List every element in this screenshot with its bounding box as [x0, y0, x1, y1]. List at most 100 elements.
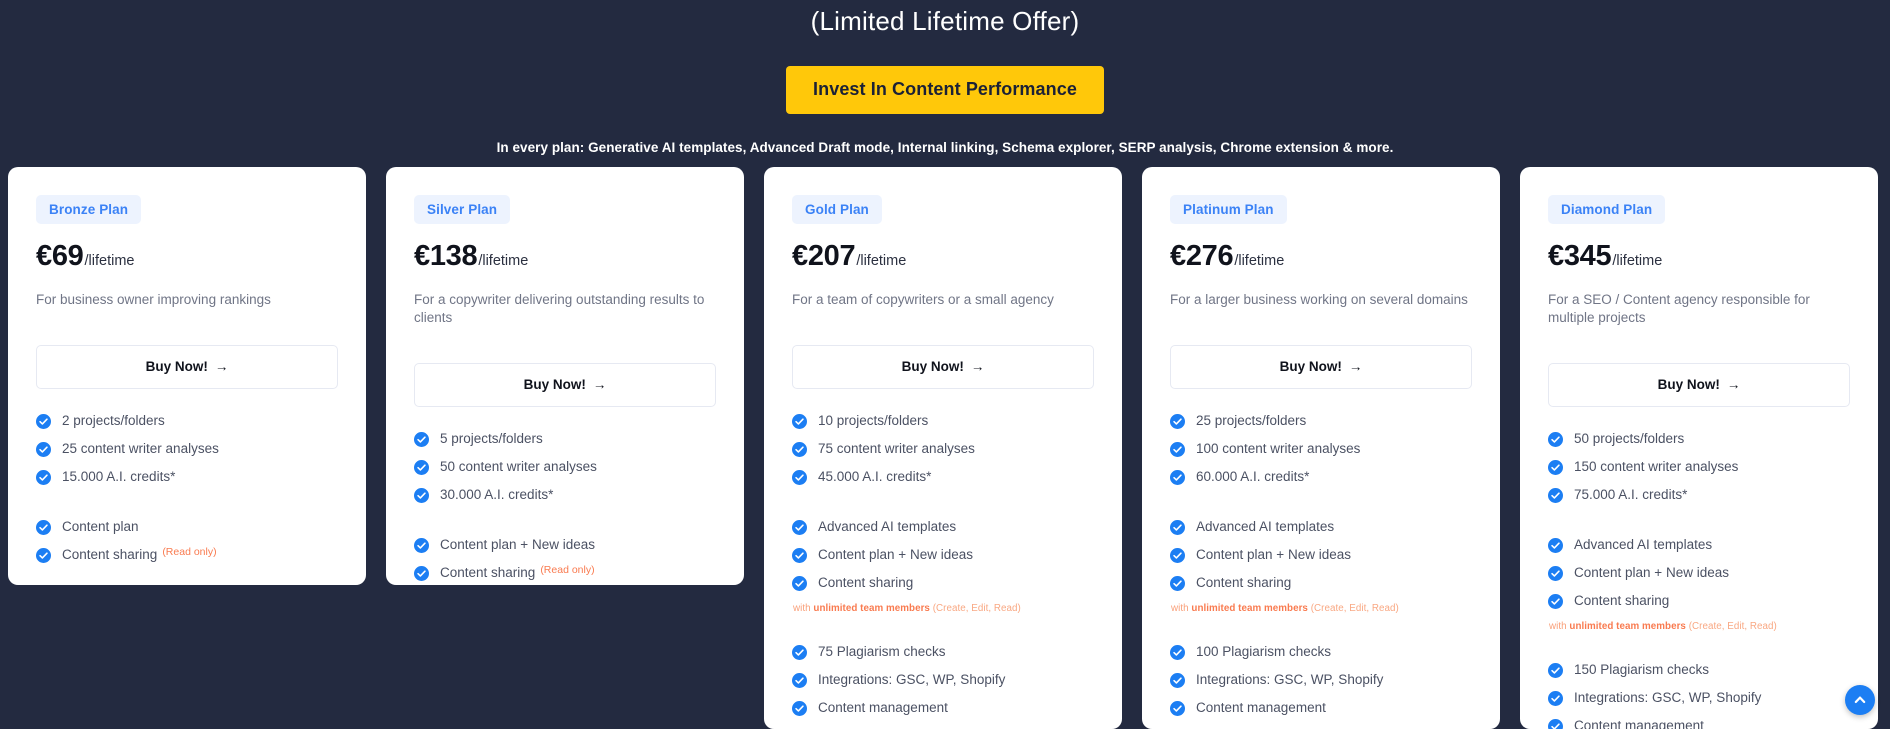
feature-item: Content management	[792, 699, 1094, 716]
feature-label: 5 projects/folders	[440, 430, 543, 447]
feature-item: 150 content writer analyses	[1548, 458, 1850, 475]
invest-in-content-performance-button[interactable]: Invest In Content Performance	[786, 66, 1104, 114]
feature-item: Content management	[1548, 717, 1850, 729]
feature-label: Integrations: GSC, WP, Shopify	[1574, 689, 1761, 706]
plan-price-row: €138/lifetime	[414, 240, 716, 273]
arrow-right-icon: →	[215, 359, 229, 374]
check-circle-icon	[1548, 432, 1563, 447]
check-circle-icon	[1170, 548, 1185, 563]
check-circle-icon	[1548, 691, 1563, 706]
check-circle-icon	[414, 460, 429, 475]
feature-item: Advanced AI templates	[1548, 536, 1850, 553]
feature-label: 60.000 A.I. credits*	[1196, 468, 1309, 485]
check-circle-icon	[1170, 673, 1185, 688]
feature-group-secondary: Content plan + New ideas Content sharing(…	[414, 536, 716, 581]
feature-item: 15.000 A.I. credits*	[36, 468, 338, 485]
feature-label: 10 projects/folders	[818, 412, 928, 429]
feature-item: 75 Plagiarism checks	[792, 643, 1094, 660]
team-members-note: with unlimited team members (Create, Edi…	[1549, 620, 1850, 634]
check-circle-icon	[792, 701, 807, 716]
buy-now-button[interactable]: Buy Now!→	[414, 363, 716, 407]
plan-description: For a SEO / Content agency responsible f…	[1548, 291, 1850, 327]
team-members-note: with unlimited team members (Create, Edi…	[1171, 602, 1472, 616]
plan-price-period: /lifetime	[85, 253, 135, 269]
feature-item: 50 projects/folders	[1548, 430, 1850, 447]
plan-description: For business owner improving rankings	[36, 291, 338, 309]
feature-label: 100 Plagiarism checks	[1196, 643, 1331, 660]
feature-item: Content sharing	[1548, 592, 1850, 609]
feature-item: 75.000 A.I. credits*	[1548, 486, 1850, 503]
plan-name-badge: Bronze Plan	[36, 195, 141, 224]
feature-label: Advanced AI templates	[818, 518, 956, 535]
team-members-note-prefix: with	[1549, 621, 1569, 632]
check-circle-icon	[792, 520, 807, 535]
feature-group-secondary: Advanced AI templates Content plan + New …	[792, 518, 1094, 616]
check-circle-icon	[414, 432, 429, 447]
plan-price-period: /lifetime	[478, 253, 528, 269]
buy-now-button[interactable]: Buy Now!→	[1170, 345, 1472, 389]
arrow-right-icon: →	[971, 359, 985, 374]
check-circle-icon	[1548, 566, 1563, 581]
feature-item: 5 projects/folders	[414, 430, 716, 447]
arrow-right-icon: →	[1349, 359, 1363, 374]
feature-group-primary: 2 projects/folders25 content writer anal…	[36, 412, 338, 485]
plan-name-badge: Gold Plan	[792, 195, 882, 224]
feature-item: Content sharing(Read only)	[414, 564, 716, 581]
plan-description: For a team of copywriters or a small age…	[792, 291, 1094, 309]
feature-group-tertiary: 150 Plagiarism checks Integrations: GSC, …	[1548, 661, 1850, 729]
pricing-card: Silver Plan€138/lifetimeFor a copywriter…	[386, 167, 744, 585]
plan-name-badge: Diamond Plan	[1548, 195, 1665, 224]
feature-item: 150 Plagiarism checks	[1548, 661, 1850, 678]
feature-item: Content plan + New ideas	[1170, 546, 1472, 563]
feature-item: Integrations: GSC, WP, Shopify	[1548, 689, 1850, 706]
check-circle-icon	[1170, 701, 1185, 716]
feature-label: Content plan + New ideas	[818, 546, 973, 563]
feature-item: 100 Plagiarism checks	[1170, 643, 1472, 660]
feature-item: 45.000 A.I. credits*	[792, 468, 1094, 485]
team-members-note-prefix: with	[793, 603, 813, 614]
feature-label: 150 content writer analyses	[1574, 458, 1738, 475]
team-members-note-prefix: with	[1171, 603, 1191, 614]
scroll-to-top-button[interactable]	[1845, 685, 1875, 715]
check-circle-icon	[36, 442, 51, 457]
team-members-note-suffix: (Create, Edit, Read)	[930, 603, 1021, 614]
feature-label: Integrations: GSC, WP, Shopify	[1196, 671, 1383, 688]
chevron-up-icon	[1854, 694, 1866, 706]
feature-label: 50 projects/folders	[1574, 430, 1684, 447]
check-circle-icon	[1548, 460, 1563, 475]
feature-item: Content plan + New ideas	[414, 536, 716, 553]
team-members-note-bold: unlimited team members	[1191, 603, 1308, 614]
check-circle-icon	[36, 520, 51, 535]
feature-group-primary: 25 projects/folders100 content writer an…	[1170, 412, 1472, 485]
buy-now-button[interactable]: Buy Now!→	[1548, 363, 1850, 407]
feature-label: Content sharing	[62, 546, 157, 563]
buy-now-button[interactable]: Buy Now!→	[792, 345, 1094, 389]
feature-label: Content management	[818, 699, 948, 716]
check-circle-icon	[1170, 576, 1185, 591]
feature-label: 100 content writer analyses	[1196, 440, 1360, 457]
check-circle-icon	[792, 414, 807, 429]
feature-label: Content sharing	[818, 574, 913, 591]
plan-price-row: €207/lifetime	[792, 240, 1094, 273]
feature-item: Advanced AI templates	[792, 518, 1094, 535]
team-members-note-suffix: (Create, Edit, Read)	[1686, 621, 1777, 632]
plan-price: €276	[1170, 240, 1233, 273]
buy-now-button[interactable]: Buy Now!→	[36, 345, 338, 389]
feature-label: Content sharing	[1574, 592, 1669, 609]
check-circle-icon	[792, 470, 807, 485]
feature-item: 10 projects/folders	[792, 412, 1094, 429]
feature-label: Content plan	[62, 518, 139, 535]
feature-label: Integrations: GSC, WP, Shopify	[818, 671, 1005, 688]
plan-price: €69	[36, 240, 84, 273]
pricing-cards-strip[interactable]: Bronze Plan €69/lifetime For business owne…	[0, 167, 1890, 729]
cta-wrapper: Invest In Content Performance	[0, 66, 1890, 114]
feature-label: 75 Plagiarism checks	[818, 643, 946, 660]
check-circle-icon	[1170, 442, 1185, 457]
feature-label: 25 content writer analyses	[62, 440, 219, 457]
feature-group-tertiary: 75 Plagiarism checks Integrations: GSC, W…	[792, 643, 1094, 716]
feature-note: (Read only)	[162, 546, 216, 558]
plan-description: For a copywriter delivering outstanding …	[414, 291, 716, 327]
check-circle-icon	[792, 548, 807, 563]
check-circle-icon	[1170, 414, 1185, 429]
check-circle-icon	[792, 576, 807, 591]
